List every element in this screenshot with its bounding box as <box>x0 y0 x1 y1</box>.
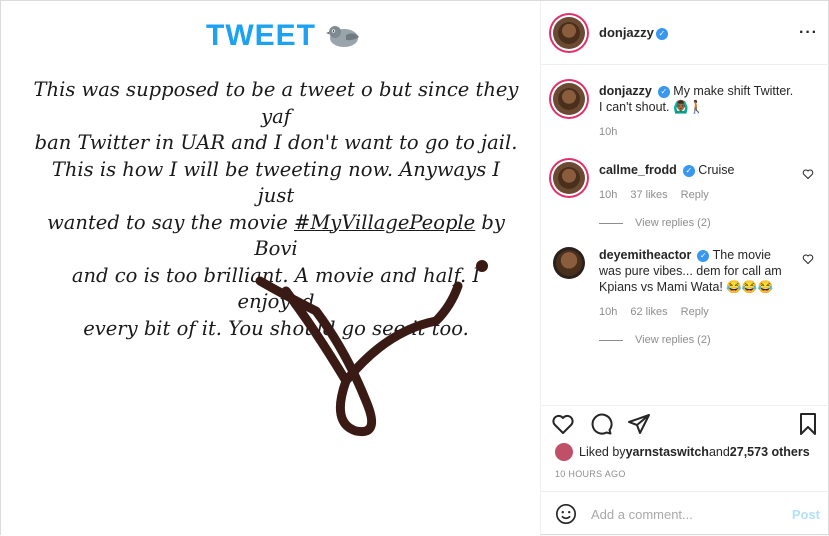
view-replies-label: View replies (2) <box>635 334 711 346</box>
tweet-title: TWEET <box>206 19 360 53</box>
comment-likes[interactable]: 37 likes <box>630 187 667 203</box>
liker-username[interactable]: yarnstaswitch <box>626 445 709 459</box>
view-replies-button[interactable]: View replies (2) <box>599 217 814 229</box>
add-comment-bar: Post <box>541 491 829 536</box>
header-user: donjazzy ✓ <box>599 25 668 40</box>
post-modal: TWEET This was supposed to be a tweet o … <box>0 0 829 536</box>
divider <box>599 222 623 224</box>
avatar[interactable] <box>553 247 585 279</box>
note-text: wanted to say the movie <box>47 210 294 234</box>
post-details-panel: donjazzy ✓ ··· donjazzy ✓ My make shift Tw… <box>541 1 829 536</box>
pigeon-icon <box>326 26 359 47</box>
likes-summary: Liked by yarnstaswitch and 27,573 others <box>555 443 810 461</box>
comment-bubble-icon[interactable] <box>589 412 613 436</box>
comment-username[interactable]: callme_frodd <box>599 163 677 177</box>
post-header: donjazzy ✓ ··· <box>541 1 829 65</box>
comment-time[interactable]: 10h <box>599 187 617 203</box>
comment-text: Cruise <box>698 163 735 177</box>
caption-time[interactable]: 10h <box>599 124 617 140</box>
like-comment-heart-icon[interactable] <box>802 253 814 265</box>
verified-badge-icon: ✓ <box>697 249 710 262</box>
avatar[interactable] <box>553 16 585 49</box>
caption-body: donjazzy ✓ My make shift Twitter. I can't… <box>599 83 814 140</box>
reply-button[interactable]: Reply <box>681 304 709 320</box>
caption-username[interactable]: donjazzy <box>599 84 652 98</box>
more-options-icon[interactable]: ··· <box>799 24 818 42</box>
verified-badge-icon: ✓ <box>657 85 670 98</box>
comment-input[interactable] <box>591 506 792 522</box>
note-line: This was supposed to be a tweet o but si… <box>33 78 519 128</box>
likes-prefix: Liked by <box>579 445 626 459</box>
list-item: callme_frodd ✓ Cruise 10h 37 likes Reply <box>553 162 814 203</box>
caption: donjazzy ✓ My make shift Twitter. I can't… <box>553 83 814 140</box>
avatar[interactable] <box>553 83 585 115</box>
emoji-smiley-icon[interactable] <box>555 503 577 525</box>
caption-meta: 10h <box>599 124 796 140</box>
like-heart-icon[interactable] <box>551 412 575 436</box>
bookmark-save-icon[interactable] <box>796 412 820 436</box>
header-username[interactable]: donjazzy <box>599 25 654 40</box>
comment-meta: 10h 37 likes Reply <box>599 187 796 203</box>
comment-body: deyemitheactor ✓ The movie was pure vibes… <box>599 247 814 320</box>
like-comment-heart-icon[interactable] <box>802 168 814 180</box>
note-line: This is how I will be tweeting now. Anyw… <box>51 157 501 208</box>
avatar[interactable] <box>553 162 585 194</box>
verified-badge-icon: ✓ <box>682 164 695 177</box>
comment-body: callme_frodd ✓ Cruise 10h 37 likes Reply <box>599 162 814 203</box>
tweet-title-text: TWEET <box>206 19 316 52</box>
post-comment-button[interactable]: Post <box>792 507 820 522</box>
hashtag: #MyVillagePeople <box>294 210 476 234</box>
post-timestamp[interactable]: 10 HOURS AGO <box>555 469 626 479</box>
divider <box>599 339 623 341</box>
view-replies-button[interactable]: View replies (2) <box>599 334 814 346</box>
post-actions <box>541 405 829 441</box>
comment-username[interactable]: deyemitheactor <box>599 248 691 262</box>
verified-badge-icon: ✓ <box>655 27 668 40</box>
view-replies-label: View replies (2) <box>635 217 711 229</box>
likes-count[interactable]: 27,573 others <box>730 445 810 459</box>
likes-middle: and <box>708 445 730 459</box>
liker-avatar[interactable] <box>555 443 573 461</box>
comment-time[interactable]: 10h <box>599 304 617 320</box>
reply-button[interactable]: Reply <box>681 187 709 203</box>
list-item: deyemitheactor ✓ The movie was pure vibes… <box>553 247 814 320</box>
handwritten-signature <box>255 260 488 437</box>
note-line: ban Twitter in UAR and I don't want to g… <box>34 131 518 154</box>
comment-likes[interactable]: 62 likes <box>630 304 667 320</box>
share-send-icon[interactable] <box>627 412 651 436</box>
comment-meta: 10h 62 likes Reply <box>599 304 796 320</box>
post-image: TWEET This was supposed to be a tweet o … <box>1 1 541 536</box>
comments-list: donjazzy ✓ My make shift Twitter. I can't… <box>541 65 829 405</box>
